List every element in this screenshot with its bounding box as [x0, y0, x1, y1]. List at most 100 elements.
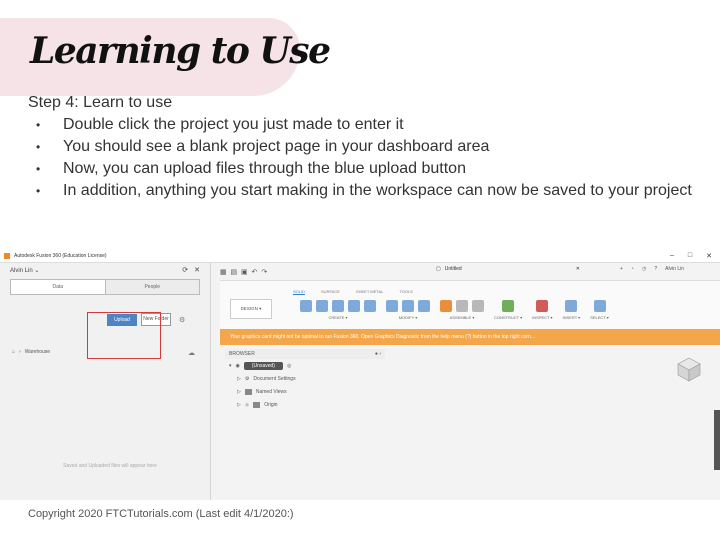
- bullet-list: Double click the project you just made t…: [28, 114, 708, 202]
- ribbon-group-construct[interactable]: CONSTRUCT ▾: [494, 300, 522, 320]
- window-title: Autodesk Fusion 360 (Education License): [14, 253, 107, 259]
- close-panel-icon[interactable]: ✕: [194, 266, 200, 274]
- top-right-controls: + ◔ ◷ ? Alvin Lin: [620, 266, 684, 272]
- close-button[interactable]: ✕: [706, 252, 712, 260]
- viewcube-icon[interactable]: [676, 356, 702, 382]
- folder-icon: [253, 401, 261, 408]
- ribbon-groups: CREATE ▾ MODIFY ▾ ASSEMBLE ▾ CONSTRUCT ▾…: [300, 300, 609, 320]
- data-panel-header: Alvin Lin ⌄ ⟳ ✕: [0, 263, 210, 277]
- side-panel-tab[interactable]: [714, 410, 720, 470]
- hole-icon[interactable]: [348, 300, 360, 312]
- ribbon-group-inspect[interactable]: INSPECT ▾: [532, 300, 553, 320]
- insert-image-icon[interactable]: [565, 300, 578, 312]
- gear-icon[interactable]: ⚙: [179, 316, 185, 324]
- data-panel: Alvin Lin ⌄ ⟳ ✕ Data People Upload New F…: [0, 263, 211, 500]
- expand-icon[interactable]: ▾: [229, 363, 232, 369]
- window-controls: – □ ✕: [670, 252, 712, 260]
- revolve-icon[interactable]: [332, 300, 344, 312]
- expand-icon[interactable]: ▷: [237, 376, 241, 382]
- tab-surface[interactable]: SURFACE: [321, 289, 340, 295]
- tab-tools[interactable]: TOOLS: [399, 289, 413, 295]
- press-pull-icon[interactable]: [386, 300, 398, 312]
- data-panel-tabs: Data People: [10, 279, 200, 295]
- bullet-item: In addition, anything you start making i…: [28, 180, 708, 202]
- tab-sheet-metal[interactable]: SHEET METAL: [356, 289, 383, 295]
- browser-item-label: Origin: [264, 401, 278, 408]
- visibility-eye-icon[interactable]: ◉: [236, 363, 240, 369]
- extrude-icon[interactable]: [316, 300, 328, 312]
- joint-icon[interactable]: [456, 300, 468, 312]
- graphics-warning-banner: Your graphics card might not be optimal …: [220, 329, 720, 345]
- expand-icon[interactable]: ▷: [237, 402, 241, 408]
- ribbon-group-create[interactable]: CREATE ▾: [300, 300, 376, 320]
- maximize-button[interactable]: □: [688, 252, 692, 260]
- ribbon-group-select[interactable]: SELECT ▾: [590, 300, 609, 320]
- slide-title: Learning to Use: [30, 30, 331, 72]
- help-icon[interactable]: ?: [654, 266, 657, 272]
- ribbon-tabs: SOLID SURFACE SHEET METAL TOOLS: [293, 289, 413, 295]
- visibility-eye-icon[interactable]: ◉: [245, 402, 249, 408]
- ribbon-group-insert[interactable]: INSERT ▾: [563, 300, 580, 320]
- measure-icon[interactable]: [536, 300, 549, 312]
- highlight-annotation-box: [87, 312, 161, 359]
- document-icon: ▢: [436, 266, 441, 272]
- step-heading: Step 4: Learn to use: [28, 94, 173, 111]
- minimize-button[interactable]: –: [670, 252, 674, 260]
- instructions: Step 4: Learn to use Double click the pr…: [28, 92, 708, 202]
- empty-state-note: Saved and Uploaded files will appear her…: [63, 463, 157, 469]
- tab-solid[interactable]: SOLID: [293, 289, 306, 295]
- breadcrumb-project[interactable]: Warehouse: [25, 349, 50, 355]
- home-icon[interactable]: ⌂: [12, 349, 15, 355]
- document-tab[interactable]: ▢ Untitled ✕: [436, 266, 580, 272]
- offset-plane-icon[interactable]: [502, 300, 515, 312]
- sketch-icon[interactable]: [300, 300, 312, 312]
- as-built-joint-icon[interactable]: [472, 300, 484, 312]
- add-tab-icon[interactable]: +: [620, 266, 623, 272]
- tab-data[interactable]: Data: [10, 279, 106, 295]
- user-dropdown[interactable]: Alvin Lin ⌄: [10, 267, 39, 274]
- chamfer-icon[interactable]: [418, 300, 430, 312]
- chevron-right-icon: ›: [19, 349, 21, 355]
- workspace-dropdown[interactable]: DESIGN ▾: [230, 299, 272, 319]
- close-tab-icon[interactable]: ✕: [576, 266, 580, 272]
- save-icon[interactable]: ▣: [241, 268, 248, 276]
- window-titlebar: Autodesk Fusion 360 (Education License) …: [0, 250, 720, 263]
- browser-header[interactable]: BROWSER ● ›: [225, 349, 385, 359]
- job-status-icon[interactable]: ◔: [631, 266, 634, 272]
- pattern-icon[interactable]: [364, 300, 376, 312]
- browser-item-label: Named Views: [255, 388, 287, 395]
- browser-title: BROWSER: [229, 351, 255, 357]
- tab-people[interactable]: People: [105, 279, 200, 295]
- bullet-item: You should see a blank project page in y…: [28, 136, 708, 158]
- browser-item[interactable]: ▷ ⚙ Document Settings: [225, 372, 385, 385]
- top-toolbar: ▦ ▤ ▣ ↶ ↷ ▢ Untitled ✕ + ◔ ◷ ? Alvin Lin: [220, 266, 720, 278]
- redo-icon[interactable]: ↷: [261, 268, 267, 276]
- grid-icon[interactable]: ▦: [220, 268, 227, 276]
- folder-icon: [244, 388, 252, 395]
- notifications-icon[interactable]: ◷: [642, 266, 646, 272]
- undo-icon[interactable]: ↶: [252, 268, 258, 276]
- browser-item[interactable]: ▷ ◉ Origin: [225, 398, 385, 411]
- ribbon-toolbar: SOLID SURFACE SHEET METAL TOOLS DESIGN ▾…: [220, 280, 720, 330]
- radio-icon[interactable]: ◎: [287, 363, 291, 369]
- select-icon[interactable]: [593, 300, 606, 312]
- fillet-icon[interactable]: [402, 300, 414, 312]
- browser-root-node[interactable]: ▾ ◉ (Unsaved) ◎: [225, 359, 385, 372]
- bullet-item: Double click the project you just made t…: [28, 114, 708, 136]
- copyright-footer: Copyright 2020 FTCTutorials.com (Last ed…: [28, 508, 294, 520]
- refresh-icon[interactable]: ⟳: [182, 266, 188, 274]
- file-icon[interactable]: ▤: [231, 268, 238, 276]
- ribbon-group-modify[interactable]: MODIFY ▾: [386, 300, 430, 320]
- browser-item-label: Document Settings: [253, 375, 296, 382]
- cloud-sync-icon[interactable]: ☁: [188, 349, 195, 357]
- document-tab-label: Untitled: [444, 266, 462, 272]
- new-component-icon[interactable]: [440, 300, 452, 312]
- bullet-item: Now, you can upload files through the bl…: [28, 158, 708, 180]
- settings-gear-icon: ⚙: [244, 375, 250, 382]
- browser-item[interactable]: ▷ Named Views: [225, 385, 385, 398]
- ribbon-group-assemble[interactable]: ASSEMBLE ▾: [440, 300, 484, 320]
- expand-icon[interactable]: ▷: [237, 389, 241, 395]
- collapse-browser-icon[interactable]: ● ›: [375, 351, 381, 357]
- app-logo-icon: [4, 253, 10, 259]
- top-user-name[interactable]: Alvin Lin: [665, 266, 684, 272]
